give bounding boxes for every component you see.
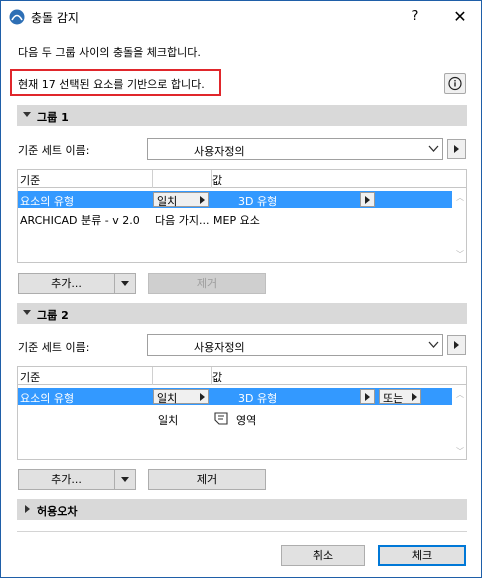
value-cell: MEP 요소 xyxy=(213,214,260,227)
tolerance-title: 허용오차 xyxy=(37,505,78,518)
info-button[interactable] xyxy=(444,73,466,94)
logic-operator-popup[interactable]: 또는 xyxy=(379,389,421,405)
group2-criteria-table: 기준 값 요소의 유형 일치 3D 유형 또는 일치 영역 ︿ ﹀ xyxy=(17,366,467,460)
group1-add-label: 추가... xyxy=(51,277,82,290)
cancel-button[interactable]: 취소 xyxy=(281,545,365,566)
dropdown-arrow[interactable] xyxy=(114,274,136,293)
chevron-down-icon xyxy=(428,341,439,348)
selection-info-text: 현재 17 선택된 요소를 기반으로 합니다. xyxy=(18,78,205,91)
group2-add-label: 추가... xyxy=(51,473,82,486)
group1-set-name-label: 기준 세트 이름: xyxy=(18,144,90,157)
group2-set-name-label: 기준 세트 이름: xyxy=(18,341,90,354)
group2-header[interactable]: 그룹 2 xyxy=(17,303,467,324)
operator-cell: 일치 xyxy=(158,414,179,427)
info-icon xyxy=(448,76,462,91)
title-bar: 충돌 감지 ? ✕ xyxy=(1,1,481,32)
play-arrow-icon xyxy=(454,145,459,153)
zone-icon xyxy=(214,412,228,425)
table-row[interactable]: 요소의 유형 일치 3D 유형 xyxy=(18,191,452,208)
group2-title: 그룹 2 xyxy=(37,309,69,322)
criteria-cell: ARCHICAD 분류 - v 2.0 xyxy=(20,214,140,227)
chevron-down-icon xyxy=(121,281,129,286)
play-arrow-icon xyxy=(200,393,205,401)
criteria-cell: 요소의 유형 xyxy=(20,195,75,208)
group2-remove-button[interactable]: 제거 xyxy=(148,469,266,490)
operator-popup[interactable]: 일치 xyxy=(153,389,209,405)
play-arrow-icon xyxy=(412,393,417,401)
group2-set-name-select[interactable]: 사용자정의 xyxy=(147,334,443,356)
value-cell: 영역 xyxy=(236,414,257,427)
group2-set-name-value: 사용자정의 xyxy=(194,341,245,354)
intro-text: 다음 두 그룹 사이의 충돌을 체크합니다. xyxy=(18,46,201,59)
play-arrow-icon xyxy=(454,341,459,349)
chevron-down-icon xyxy=(428,145,439,152)
col-criteria-header: 기준 xyxy=(20,174,41,187)
close-button[interactable]: ✕ xyxy=(439,1,481,32)
group1-criteria-table: 기준 값 요소의 유형 일치 3D 유형 ARCHICAD 분류 - v 2.0… xyxy=(17,169,467,263)
operator-label: 일치 xyxy=(157,195,178,208)
logic-label: 또는 xyxy=(383,392,404,405)
play-arrow-icon xyxy=(365,196,370,204)
window-title: 충돌 감지 xyxy=(31,11,79,25)
value-menu-button[interactable] xyxy=(360,192,375,207)
group1-set-name-select[interactable]: 사용자정의 xyxy=(147,138,443,160)
table-row[interactable]: ARCHICAD 분류 - v 2.0 다음 가지... MEP 요소 xyxy=(18,210,452,227)
help-button[interactable]: ? xyxy=(397,1,433,32)
vertical-scrollbar[interactable]: ︿ ﹀ xyxy=(454,188,466,262)
table-row[interactable]: 요소의 유형 일치 3D 유형 또는 xyxy=(18,388,452,405)
collapsed-triangle-icon xyxy=(25,505,30,513)
group2-table-header: 기준 값 xyxy=(18,367,466,385)
tolerance-header[interactable]: 허용오차 xyxy=(17,499,467,520)
scroll-up-icon[interactable]: ︿ xyxy=(456,389,464,400)
expanded-triangle-icon xyxy=(23,112,31,117)
group1-set-menu-button[interactable] xyxy=(447,139,466,159)
value-menu-button[interactable] xyxy=(360,389,375,404)
group1-title: 그룹 1 xyxy=(37,111,69,124)
group1-header[interactable]: 그룹 1 xyxy=(17,105,467,126)
vertical-scrollbar[interactable]: ︿ ﹀ xyxy=(454,385,466,459)
operator-popup[interactable]: 일치 xyxy=(153,192,209,208)
criteria-cell: 요소의 유형 xyxy=(20,392,75,405)
scroll-down-icon[interactable]: ﹀ xyxy=(456,249,464,260)
value-cell: 3D 유형 xyxy=(238,392,278,405)
col-criteria-header: 기준 xyxy=(20,371,41,384)
operator-label: 일치 xyxy=(157,392,178,405)
check-button[interactable]: 체크 xyxy=(378,545,466,566)
group2-set-menu-button[interactable] xyxy=(447,335,466,355)
table-row[interactable]: 일치 영역 xyxy=(18,410,452,427)
value-cell: 3D 유형 xyxy=(238,195,278,208)
group1-remove-button[interactable]: 제거 xyxy=(148,273,266,294)
play-arrow-icon xyxy=(365,393,370,401)
chevron-down-icon xyxy=(121,477,129,482)
dropdown-arrow[interactable] xyxy=(114,470,136,489)
group1-set-name-value: 사용자정의 xyxy=(194,145,245,158)
group1-add-split-button[interactable]: 추가... xyxy=(18,273,136,294)
expanded-triangle-icon xyxy=(23,310,31,315)
scroll-down-icon[interactable]: ﹀ xyxy=(456,446,464,457)
scroll-up-icon[interactable]: ︿ xyxy=(456,192,464,203)
col-value-header: 값 xyxy=(212,371,223,384)
play-arrow-icon xyxy=(200,196,205,204)
col-value-header: 값 xyxy=(212,174,223,187)
divider xyxy=(17,531,467,532)
group1-table-header: 기준 값 xyxy=(18,170,466,188)
group2-add-split-button[interactable]: 추가... xyxy=(18,469,136,490)
operator-cell: 다음 가지... xyxy=(155,214,210,227)
clash-detection-dialog: 충돌 감지 ? ✕ 다음 두 그룹 사이의 충돌을 체크합니다. 현재 17 선… xyxy=(0,0,482,578)
archicad-logo-icon xyxy=(9,9,25,25)
